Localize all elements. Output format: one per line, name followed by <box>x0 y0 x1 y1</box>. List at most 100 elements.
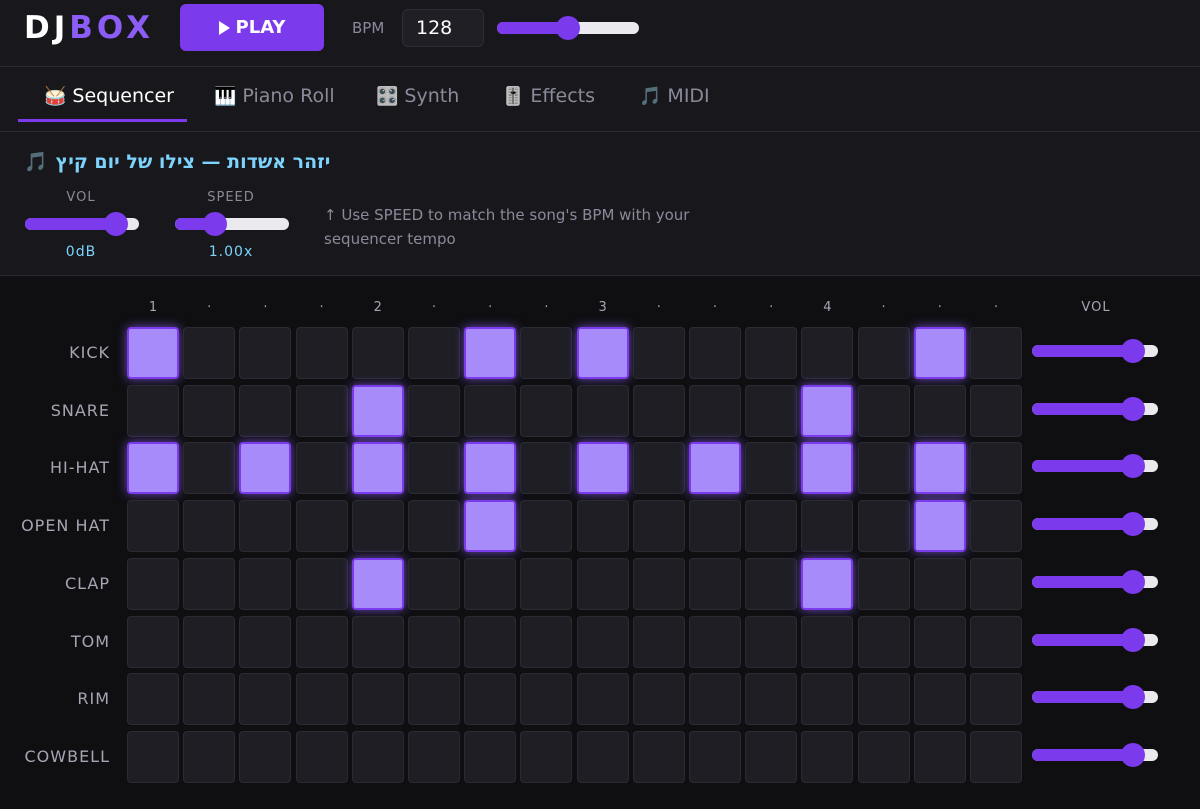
step-cell[interactable] <box>408 730 460 783</box>
step-cell[interactable] <box>632 500 685 553</box>
step-cell[interactable] <box>576 384 629 437</box>
step-cell[interactable] <box>632 615 685 668</box>
step-cell[interactable] <box>689 500 741 553</box>
step-cell[interactable] <box>127 615 179 668</box>
step-cell[interactable] <box>408 557 460 610</box>
step-cell[interactable] <box>520 500 573 553</box>
step-cell[interactable] <box>295 500 348 553</box>
step-cell[interactable] <box>351 442 404 495</box>
step-cell[interactable] <box>970 730 1022 783</box>
tab-piano-roll[interactable]: 🎹 Piano Roll <box>212 67 337 125</box>
track-volume-slider[interactable] <box>1032 454 1158 479</box>
step-cell[interactable] <box>970 673 1022 726</box>
step-cell[interactable] <box>801 500 854 553</box>
track-volume-slider[interactable] <box>1032 685 1158 710</box>
step-cell[interactable] <box>464 442 517 495</box>
step-cell[interactable] <box>351 500 404 553</box>
step-cell[interactable] <box>295 384 348 437</box>
bpm-input[interactable] <box>402 9 484 47</box>
step-cell[interactable] <box>576 327 629 379</box>
tab-synth[interactable]: 🎛️ Synth <box>374 67 461 125</box>
step-cell[interactable] <box>970 557 1022 610</box>
step-cell[interactable] <box>745 557 798 610</box>
step-cell[interactable] <box>127 327 179 379</box>
step-cell[interactable] <box>408 384 460 437</box>
step-cell[interactable] <box>857 615 910 668</box>
step-cell[interactable] <box>351 557 404 610</box>
step-cell[interactable] <box>127 673 179 726</box>
step-cell[interactable] <box>576 500 629 553</box>
track-volume-slider[interactable] <box>1032 627 1158 652</box>
step-cell[interactable] <box>183 500 236 553</box>
step-cell[interactable] <box>745 442 798 495</box>
step-cell[interactable] <box>689 673 741 726</box>
tab-effects[interactable]: 🎚️ Effects <box>500 67 597 125</box>
track-volume-slider[interactable] <box>1032 396 1158 421</box>
step-cell[interactable] <box>351 384 404 437</box>
step-cell[interactable] <box>801 730 854 783</box>
slider-thumb[interactable] <box>556 16 580 40</box>
step-cell[interactable] <box>183 384 236 437</box>
step-cell[interactable] <box>632 442 685 495</box>
step-cell[interactable] <box>464 327 517 379</box>
step-cell[interactable] <box>239 327 292 379</box>
song-volume-slider[interactable] <box>25 212 139 236</box>
step-cell[interactable] <box>520 327 573 379</box>
tab-sequencer[interactable]: 🥁 Sequencer <box>42 67 176 125</box>
step-cell[interactable] <box>239 615 292 668</box>
step-cell[interactable] <box>913 557 966 610</box>
step-cell[interactable] <box>857 327 910 379</box>
step-cell[interactable] <box>576 442 629 495</box>
step-cell[interactable] <box>913 442 966 495</box>
step-cell[interactable] <box>408 673 460 726</box>
step-cell[interactable] <box>351 615 404 668</box>
step-cell[interactable] <box>520 673 573 726</box>
step-cell[interactable] <box>576 730 629 783</box>
step-cell[interactable] <box>295 615 348 668</box>
step-cell[interactable] <box>464 500 517 553</box>
step-cell[interactable] <box>464 730 517 783</box>
step-cell[interactable] <box>913 500 966 553</box>
step-cell[interactable] <box>689 384 741 437</box>
step-cell[interactable] <box>183 615 236 668</box>
slider-thumb[interactable] <box>1120 454 1145 479</box>
step-cell[interactable] <box>801 615 854 668</box>
step-cell[interactable] <box>183 327 236 379</box>
track-volume-slider[interactable] <box>1032 339 1158 363</box>
step-cell[interactable] <box>632 730 685 783</box>
step-cell[interactable] <box>801 557 854 610</box>
track-volume-slider[interactable] <box>1032 742 1158 767</box>
step-cell[interactable] <box>576 557 629 610</box>
song-speed-slider[interactable] <box>175 212 289 236</box>
step-cell[interactable] <box>520 557 573 610</box>
step-cell[interactable] <box>351 730 404 783</box>
step-cell[interactable] <box>464 557 517 610</box>
step-cell[interactable] <box>295 557 348 610</box>
step-cell[interactable] <box>745 730 798 783</box>
step-cell[interactable] <box>239 384 292 437</box>
step-cell[interactable] <box>408 327 460 379</box>
step-cell[interactable] <box>857 442 910 495</box>
step-cell[interactable] <box>464 673 517 726</box>
step-cell[interactable] <box>970 615 1022 668</box>
slider-thumb[interactable] <box>1120 569 1145 594</box>
step-cell[interactable] <box>408 442 460 495</box>
step-cell[interactable] <box>239 673 292 726</box>
step-cell[interactable] <box>745 615 798 668</box>
step-cell[interactable] <box>745 327 798 379</box>
step-cell[interactable] <box>576 615 629 668</box>
step-cell[interactable] <box>183 730 236 783</box>
slider-thumb[interactable] <box>202 212 227 236</box>
track-volume-slider[interactable] <box>1032 512 1158 537</box>
slider-thumb[interactable] <box>1120 396 1145 421</box>
step-cell[interactable] <box>913 327 966 379</box>
step-cell[interactable] <box>632 327 685 379</box>
slider-thumb[interactable] <box>1120 742 1145 767</box>
step-cell[interactable] <box>689 730 741 783</box>
step-cell[interactable] <box>801 384 854 437</box>
step-cell[interactable] <box>351 327 404 379</box>
step-cell[interactable] <box>520 730 573 783</box>
step-cell[interactable] <box>745 384 798 437</box>
step-cell[interactable] <box>464 615 517 668</box>
track-volume-slider[interactable] <box>1032 569 1158 594</box>
